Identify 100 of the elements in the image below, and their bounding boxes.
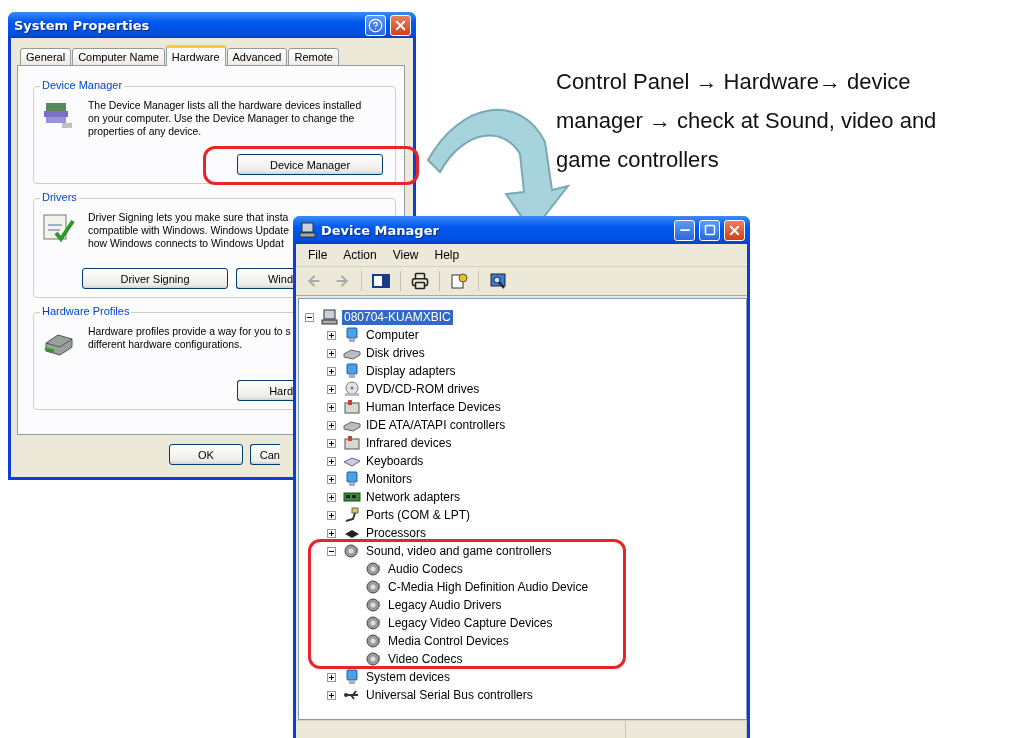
maximize-icon (703, 224, 716, 236)
monitor-icon (343, 669, 361, 685)
computer-icon (321, 309, 339, 325)
speaker-icon (365, 615, 383, 631)
collapse-button[interactable] (305, 312, 314, 322)
speaker-icon (365, 579, 383, 595)
tree-item[interactable]: Computer (364, 327, 421, 343)
ok-button[interactable]: OK (169, 444, 243, 465)
group-description: Driver Signing lets you make sure that insta compatible with Windows. Windows Update how Windows connects to Windows Updat (88, 211, 289, 250)
tree-item[interactable]: Media Control Devices (386, 633, 511, 649)
tree-item[interactable]: Video Codecs (386, 651, 465, 667)
tab[interactable]: General (20, 48, 72, 66)
expand-button[interactable] (327, 492, 336, 502)
speaker-icon (365, 651, 383, 667)
tree-item[interactable]: Human Interface Devices (364, 399, 503, 415)
expand-button[interactable] (327, 456, 336, 466)
expand-button[interactable] (327, 510, 336, 520)
expand-button[interactable] (327, 420, 336, 430)
tree-item[interactable]: IDE ATA/ATAPI controllers (364, 417, 508, 433)
speaker-icon (343, 543, 361, 559)
menu-item[interactable]: Action (335, 248, 385, 262)
tab[interactable]: Computer Name (72, 48, 165, 66)
window-title: Device Manager (321, 222, 440, 238)
tree-item[interactable]: Monitors (364, 471, 414, 487)
plus-icon (328, 367, 335, 375)
tree-item[interactable]: Infrared devices (364, 435, 454, 451)
plug-icon (343, 507, 361, 523)
speaker-icon (365, 597, 383, 613)
minimize-button[interactable] (674, 219, 695, 241)
group-title: Drivers (40, 191, 79, 203)
expand-button[interactable] (327, 690, 336, 700)
plus-icon (328, 349, 335, 357)
tree-item[interactable]: Ports (COM & LPT) (364, 507, 472, 523)
tree-item[interactable]: DVD/CD-ROM drives (364, 381, 482, 397)
dialog-button[interactable]: Device Manager (237, 154, 383, 175)
plus-icon (328, 439, 335, 447)
instruction-text: Control Panel → Hardware→ device manager → check at Sound, video and game controllers (556, 68, 938, 174)
group-description: The Device Manager lists all the hardware devices installed on your computer. Use the Device Manager to change the properties of any device. (88, 99, 362, 138)
menu-item[interactable]: View (384, 248, 427, 262)
plus-icon (328, 421, 335, 429)
tree-item[interactable]: Keyboards (364, 453, 426, 469)
expand-button[interactable] (327, 474, 336, 484)
plus-icon (328, 511, 335, 519)
tree-item[interactable]: Network adapters (364, 489, 463, 505)
monitor-icon (343, 327, 361, 343)
collapse-button[interactable] (327, 546, 336, 556)
monitor-icon (343, 471, 361, 487)
plus-icon (328, 475, 335, 483)
plus-icon (328, 493, 335, 501)
close-button[interactable] (724, 219, 745, 241)
disc-icon (343, 381, 361, 397)
tree-item[interactable]: Processors (364, 525, 429, 541)
plus-icon (328, 529, 335, 537)
device-icon (343, 399, 361, 415)
dialog-button[interactable]: Hard (237, 380, 293, 401)
expand-button[interactable] (327, 528, 336, 538)
menu-item[interactable]: Help (426, 248, 468, 262)
help-button[interactable] (365, 14, 386, 36)
expand-button[interactable] (327, 438, 336, 448)
tree-item[interactable]: C-Media High Definition Audio Device (386, 579, 591, 595)
speaker-icon (365, 561, 383, 577)
monitor-icon (343, 363, 361, 379)
network-card-icon (343, 489, 361, 505)
dialog-button[interactable]: Wind (236, 268, 293, 289)
tree-item[interactable]: Disk drives (364, 345, 427, 361)
tree-item[interactable]: System devices (364, 669, 453, 685)
tab[interactable]: Hardware (165, 45, 226, 66)
expand-button[interactable] (327, 672, 336, 682)
cancel-button[interactable]: Can (250, 444, 280, 465)
menu-item[interactable]: File (300, 248, 336, 262)
plus-icon (328, 691, 335, 699)
tab[interactable]: Remote (288, 48, 339, 66)
expand-button[interactable] (327, 348, 336, 358)
tree-item[interactable]: 080704-KUAMXBIC (342, 309, 453, 325)
plus-icon (328, 331, 335, 339)
computer-icon (299, 222, 317, 238)
expand-button[interactable] (327, 366, 336, 376)
group-description: Hardware profiles provide a way for you to s different hardware configurations. (88, 325, 291, 352)
tree-item[interactable]: Universal Serial Bus controllers (364, 687, 535, 703)
tree-item[interactable]: Display adapters (364, 363, 458, 379)
tree-item[interactable]: Legacy Video Capture Devices (386, 615, 555, 631)
close-button[interactable] (390, 14, 411, 36)
tree-item[interactable]: Legacy Audio Drivers (386, 597, 504, 613)
forward-arrow-icon (334, 273, 350, 289)
expand-button[interactable] (327, 384, 336, 394)
expand-button[interactable] (327, 330, 336, 340)
expand-button[interactable] (327, 402, 336, 412)
device-icon (343, 435, 361, 451)
tree-item[interactable]: Sound, video and game controllers (364, 543, 554, 559)
tab[interactable]: Advanced (226, 48, 288, 66)
tree-item[interactable]: Audio Codecs (386, 561, 465, 577)
dialog-button[interactable]: Driver Signing (82, 268, 228, 289)
plus-icon (328, 403, 335, 411)
plus-icon (328, 673, 335, 681)
speaker-icon (365, 633, 383, 649)
group-title: Hardware Profiles (40, 305, 132, 317)
maximize-button[interactable] (699, 219, 720, 241)
certificate-check-icon (42, 211, 76, 245)
group-title: Device Manager (40, 79, 125, 91)
plus-icon (328, 457, 335, 465)
